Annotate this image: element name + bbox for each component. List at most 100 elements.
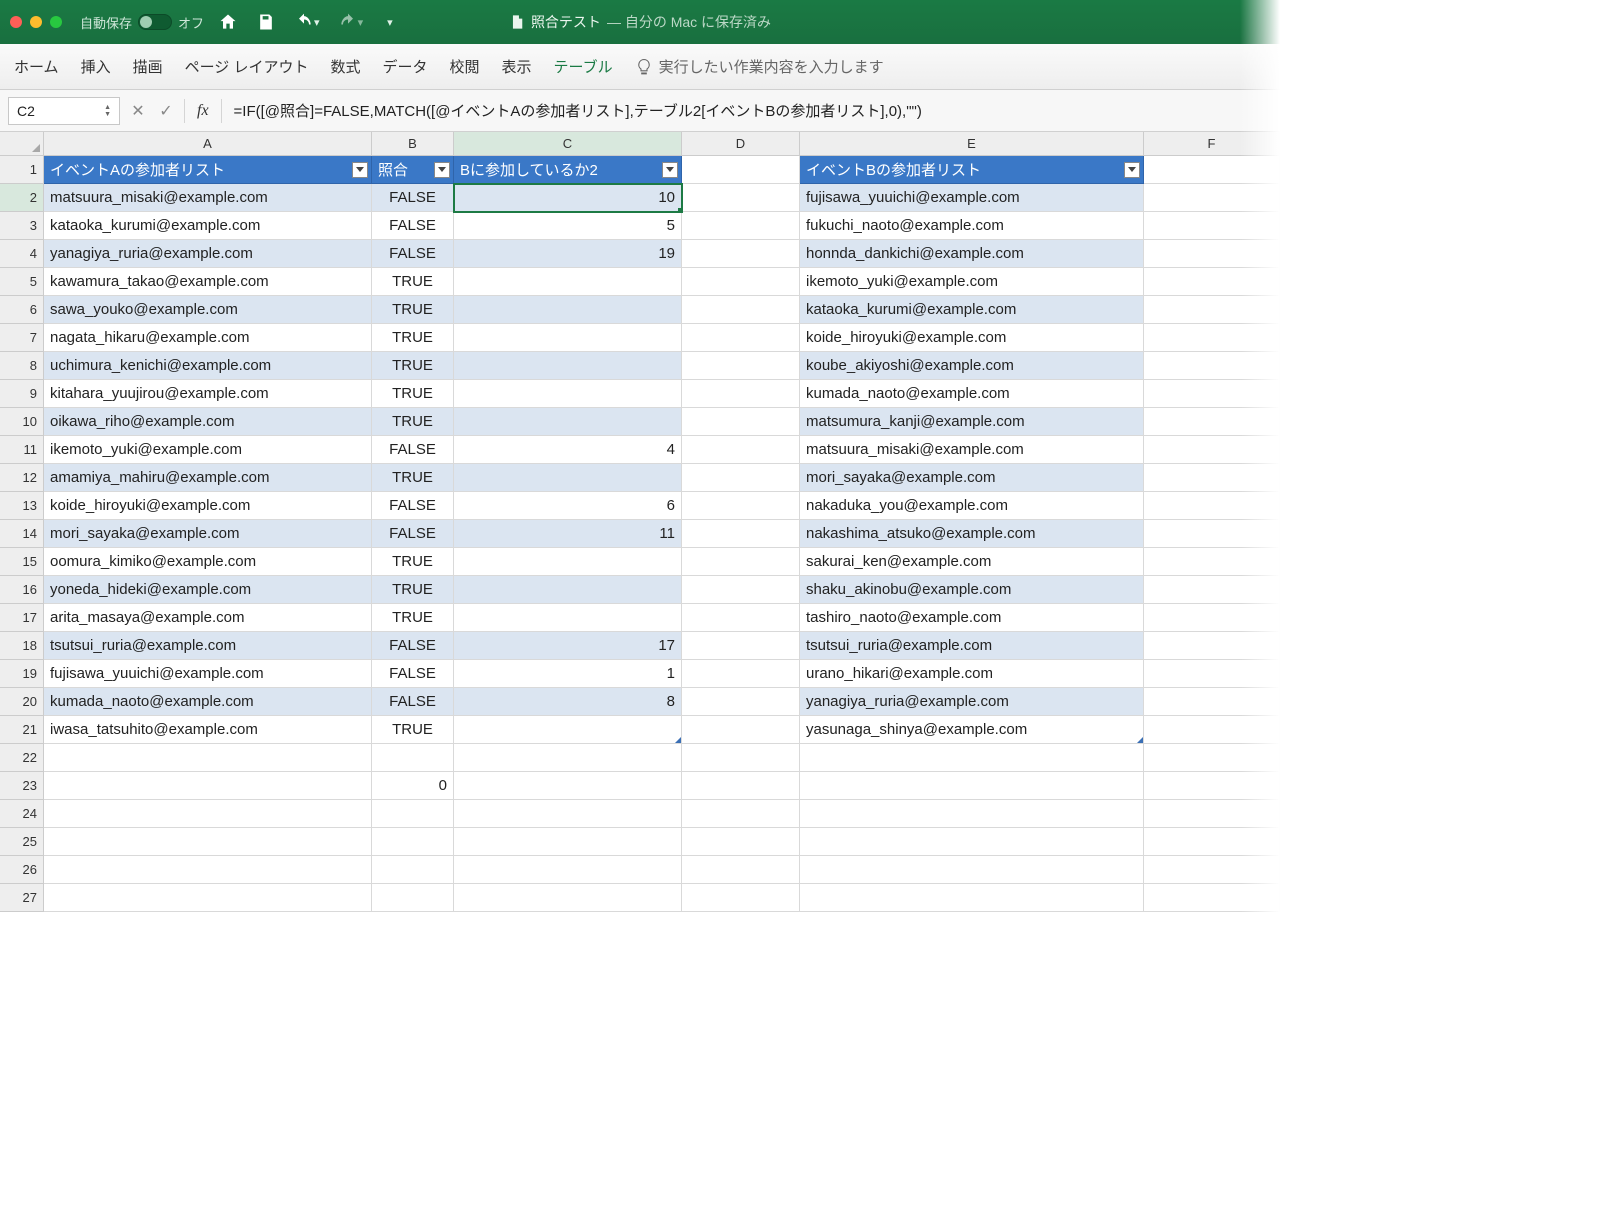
cell-A[interactable]: kumada_naoto@example.com: [44, 688, 372, 716]
row-header[interactable]: 7: [0, 324, 44, 352]
cell-E[interactable]: koube_akiyoshi@example.com: [800, 352, 1144, 380]
cell-A[interactable]: sawa_youko@example.com: [44, 296, 372, 324]
cell-B[interactable]: 0: [372, 772, 454, 800]
tab-insert[interactable]: 挿入: [81, 56, 111, 77]
row-header[interactable]: 26: [0, 856, 44, 884]
cell-C[interactable]: 6: [454, 492, 682, 520]
col-header-E[interactable]: E: [800, 132, 1144, 156]
cell-A[interactable]: uchimura_kenichi@example.com: [44, 352, 372, 380]
undo-icon[interactable]: [294, 12, 314, 32]
cell-C[interactable]: 10: [454, 184, 682, 212]
row-header[interactable]: 19: [0, 660, 44, 688]
cell-A[interactable]: [44, 772, 372, 800]
cell-D[interactable]: [682, 324, 800, 352]
cell-E[interactable]: kataoka_kurumi@example.com: [800, 296, 1144, 324]
cell-B[interactable]: FALSE: [372, 492, 454, 520]
cell-C[interactable]: 19: [454, 240, 682, 268]
cell-A[interactable]: [44, 800, 372, 828]
row-header[interactable]: 6: [0, 296, 44, 324]
row-header[interactable]: 8: [0, 352, 44, 380]
cell-F[interactable]: [1144, 660, 1280, 688]
tab-draw[interactable]: 描画: [133, 56, 163, 77]
cell-F[interactable]: [1144, 408, 1280, 436]
cell-C[interactable]: [454, 324, 682, 352]
cell-C[interactable]: [454, 352, 682, 380]
tab-formulas[interactable]: 数式: [330, 56, 360, 77]
cell-B[interactable]: [372, 856, 454, 884]
cell-F[interactable]: [1144, 604, 1280, 632]
cell[interactable]: [1144, 156, 1280, 184]
home-icon[interactable]: [218, 12, 238, 32]
cell-B[interactable]: FALSE: [372, 660, 454, 688]
cell-B[interactable]: TRUE: [372, 576, 454, 604]
cell-F[interactable]: [1144, 632, 1280, 660]
row-header[interactable]: 1: [0, 156, 44, 184]
cell-E[interactable]: [800, 744, 1144, 772]
cell-B[interactable]: FALSE: [372, 184, 454, 212]
cell-C[interactable]: [454, 380, 682, 408]
save-icon[interactable]: [256, 12, 276, 32]
row-header[interactable]: 4: [0, 240, 44, 268]
cell-B[interactable]: TRUE: [372, 268, 454, 296]
cell-F[interactable]: [1144, 492, 1280, 520]
cell-C[interactable]: 17: [454, 632, 682, 660]
cell-E[interactable]: mori_sayaka@example.com: [800, 464, 1144, 492]
cell-D[interactable]: [682, 828, 800, 856]
confirm-formula-icon[interactable]: ✓: [156, 101, 176, 121]
cell-F[interactable]: [1144, 800, 1280, 828]
cell-D[interactable]: [682, 436, 800, 464]
cell-E[interactable]: tashiro_naoto@example.com: [800, 604, 1144, 632]
cell-B[interactable]: TRUE: [372, 352, 454, 380]
cell-F[interactable]: [1144, 856, 1280, 884]
row-header[interactable]: 2: [0, 184, 44, 212]
cell-F[interactable]: [1144, 352, 1280, 380]
cell-F[interactable]: [1144, 884, 1280, 912]
cell-D[interactable]: [682, 212, 800, 240]
row-header[interactable]: 15: [0, 548, 44, 576]
row-header[interactable]: 27: [0, 884, 44, 912]
qat-customize-icon[interactable]: ▾: [387, 16, 393, 29]
cell-F[interactable]: [1144, 240, 1280, 268]
tab-table[interactable]: テーブル: [554, 56, 613, 77]
cell-B[interactable]: TRUE: [372, 716, 454, 744]
cell-D[interactable]: [682, 352, 800, 380]
cell-D[interactable]: [682, 492, 800, 520]
cell-D[interactable]: [682, 604, 800, 632]
row-header[interactable]: 11: [0, 436, 44, 464]
cell-F[interactable]: [1144, 268, 1280, 296]
filter-button[interactable]: [352, 162, 368, 178]
cell-D[interactable]: [682, 576, 800, 604]
name-box-stepper[interactable]: ▲▼: [104, 104, 111, 118]
cell-E[interactable]: urano_hikari@example.com: [800, 660, 1144, 688]
cell-E[interactable]: ikemoto_yuki@example.com: [800, 268, 1144, 296]
cell-D[interactable]: [682, 632, 800, 660]
cell-E[interactable]: [800, 884, 1144, 912]
cell-C[interactable]: [454, 576, 682, 604]
cell-D[interactable]: [682, 380, 800, 408]
cell-E[interactable]: yasunaga_shinya@example.com: [800, 716, 1144, 744]
cell-C[interactable]: [454, 716, 682, 744]
cell-A[interactable]: kawamura_takao@example.com: [44, 268, 372, 296]
cell-C[interactable]: [454, 884, 682, 912]
autosave-toggle[interactable]: [138, 14, 172, 30]
cell-B[interactable]: FALSE: [372, 240, 454, 268]
table-header-E[interactable]: イベントBの参加者リスト: [800, 156, 1144, 184]
cell-B[interactable]: FALSE: [372, 212, 454, 240]
cell-B[interactable]: [372, 800, 454, 828]
cell-F[interactable]: [1144, 744, 1280, 772]
cell-C[interactable]: 4: [454, 436, 682, 464]
cell-C[interactable]: [454, 856, 682, 884]
cell-D[interactable]: [682, 772, 800, 800]
close-window-button[interactable]: [10, 16, 22, 28]
tab-home[interactable]: ホーム: [14, 56, 59, 77]
cell-F[interactable]: [1144, 184, 1280, 212]
cell-B[interactable]: TRUE: [372, 464, 454, 492]
formula-input[interactable]: =IF([@照合]=FALSE,MATCH([@イベントAの参加者リスト],テー…: [230, 100, 1272, 121]
cell-D[interactable]: [682, 268, 800, 296]
cell-D[interactable]: [682, 884, 800, 912]
cell-E[interactable]: matsumura_kanji@example.com: [800, 408, 1144, 436]
cell-C[interactable]: [454, 604, 682, 632]
row-header[interactable]: 22: [0, 744, 44, 772]
cell-C[interactable]: [454, 744, 682, 772]
undo-dropdown-icon[interactable]: ▾: [314, 16, 320, 29]
